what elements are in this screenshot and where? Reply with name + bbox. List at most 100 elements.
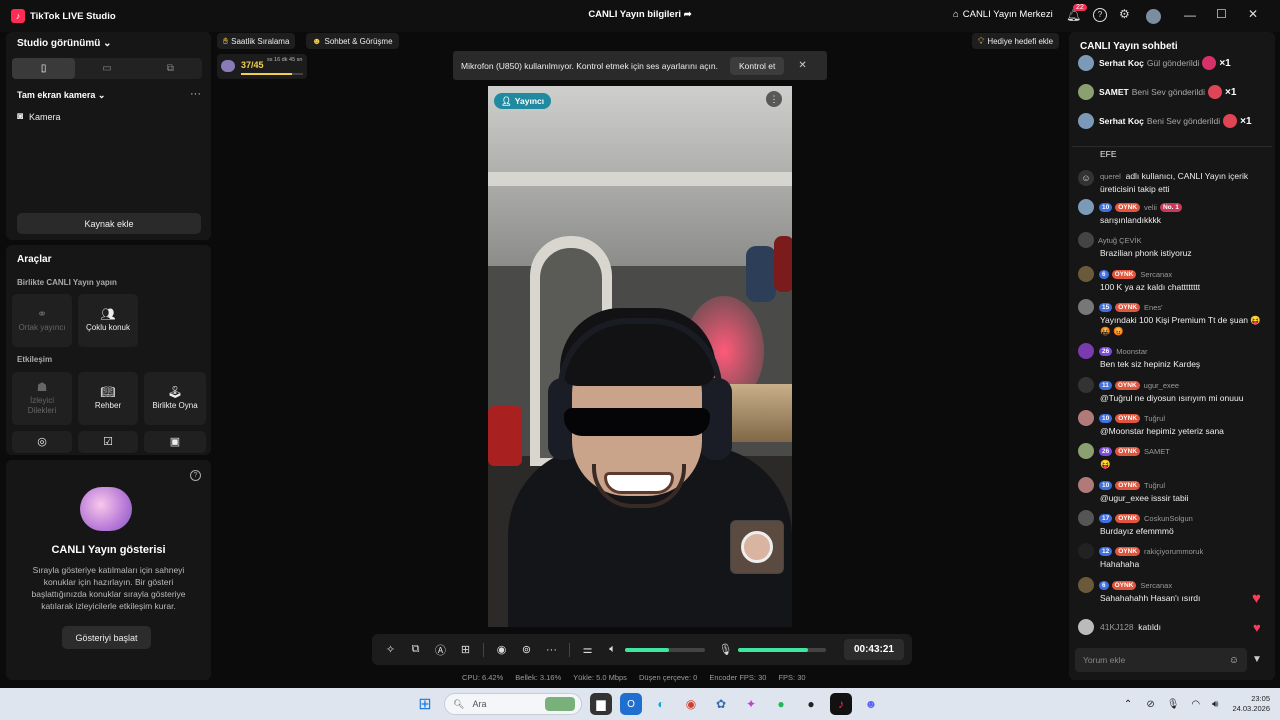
studio-view-title[interactable]: Studio görünümü ⌄ [17, 38, 112, 49]
camera-preview[interactable]: 👤︎ Yayıncı ⋮ [488, 86, 792, 627]
chat-username[interactable]: Tuğrul [1144, 414, 1165, 423]
chat-message-text: @Moonstar hepimiz yeteriz sana [1100, 426, 1224, 436]
spotify-icon[interactable]: ● [770, 693, 792, 715]
wifi-icon[interactable]: ◠ [1191, 699, 1200, 710]
more-icon[interactable]: ··· [190, 88, 201, 100]
task-view-icon[interactable]: ▆ [590, 693, 612, 715]
chat-username[interactable]: Sercanax [1140, 270, 1172, 279]
dual-layout-icon[interactable]: ⧉ [139, 58, 202, 79]
more-icon[interactable]: ··· [539, 644, 564, 656]
spin-tool-tile[interactable]: ◎ [12, 431, 72, 453]
live-center-button[interactable]: ⌂ CANLI Yayın Merkezi [953, 9, 1053, 20]
maximize-icon[interactable]: ☐ [1216, 7, 1227, 21]
request-icon: ☗ [36, 379, 48, 394]
comment-input[interactable]: Yorum ekle ☺ [1075, 648, 1247, 672]
avatar [1078, 343, 1094, 359]
disco-ball-icon [80, 487, 132, 531]
chat-username[interactable]: Sercanax [1140, 581, 1172, 590]
chat-username[interactable]: Tuğrul [1144, 481, 1165, 490]
divider [1072, 146, 1272, 147]
gift-goal-label: Hediye hedefi ekle [987, 36, 1054, 46]
github-icon[interactable]: ● [800, 693, 822, 715]
tiktok-app-icon[interactable]: ♪ [830, 693, 852, 715]
users-icon: 👥︎ [100, 306, 116, 321]
magic-wand-icon[interactable]: ✧ [378, 643, 403, 656]
landscape-layout-icon[interactable]: ▭ [75, 58, 138, 79]
start-show-button[interactable]: Gösteriyi başlat [62, 626, 151, 649]
chat-username[interactable]: Enes' [1144, 303, 1163, 312]
taskbar-clock[interactable]: 23:05 24.03.2026 [1232, 694, 1270, 714]
chat-username[interactable]: CoskunSolgun [1144, 514, 1193, 523]
settings-sliders-icon[interactable]: ⚌ [575, 643, 600, 656]
viewer-requests-tile[interactable]: ☗ İzleyici Dilekleri [12, 372, 72, 425]
pip-camera[interactable] [730, 520, 784, 574]
chat-message: 15 OYNK Enes' Yayındaki 100 Kişi Premium Tt… [1078, 299, 1268, 337]
outlook-icon[interactable]: O [620, 693, 642, 715]
filter-icon[interactable]: ▼ [1252, 654, 1262, 665]
help-icon[interactable]: ? [1093, 8, 1107, 22]
taskbar-search[interactable]: 🔍︎ Ara [444, 693, 582, 715]
chat-meet-chip[interactable]: ☻ Sohbet & Görüşme [306, 33, 399, 49]
chat-username[interactable]: SAMET [1144, 447, 1170, 456]
scene-title[interactable]: Tam ekran kamera ⌄ [17, 90, 105, 101]
mic-warning-banner: Mikrofon (U850) kullanılmıyor. Kontrol e… [453, 51, 827, 80]
mic-volume-slider[interactable] [738, 647, 826, 652]
network-off-icon[interactable]: ⊘ [1146, 699, 1154, 710]
avatar[interactable] [1146, 9, 1161, 24]
close-icon[interactable]: ✕ [1248, 7, 1258, 21]
play-together-tile[interactable]: 🕹︎ Birlikte Oyna [144, 372, 206, 425]
avatar [1078, 232, 1094, 248]
chrome-icon[interactable]: ◉ [680, 693, 702, 715]
rank-badge: No. 1 [1159, 202, 1182, 212]
microphone-icon[interactable]: 🎙︎ [713, 643, 738, 656]
copilot-icon[interactable]: ✦ [740, 693, 762, 715]
settings-app-icon[interactable]: ✿ [710, 693, 732, 715]
record-icon[interactable]: ◉ [489, 643, 514, 656]
discord-icon[interactable]: ☻ [860, 693, 882, 715]
close-icon[interactable]: ✕ [798, 60, 806, 71]
capture-icon[interactable]: ⊚ [514, 643, 539, 656]
add-media-icon[interactable]: ⊞ [453, 643, 478, 656]
gear-icon[interactable]: ⚙ [1119, 7, 1130, 21]
help-icon[interactable]: ? [190, 470, 201, 481]
edge-icon[interactable]: ◐ [650, 693, 672, 715]
guide-tile[interactable]: 📖︎ Rehber [78, 372, 138, 425]
portrait-layout-icon[interactable]: ▯ [12, 58, 76, 79]
chat-username[interactable]: Aytuğ ÇEVİK [1098, 236, 1142, 245]
effects-icon[interactable]: ⧉ [403, 643, 428, 656]
chat-username[interactable]: ugur_exee [1144, 381, 1179, 390]
mic-tray-icon[interactable]: 🎙︎ [1167, 699, 1180, 710]
video-more-icon[interactable]: ⋮ [766, 91, 782, 107]
box-tool-tile[interactable]: ▣ [144, 431, 206, 453]
host-badge-label: Yayıncı [514, 96, 545, 106]
multiguest-tile[interactable]: 👥︎ Çoklu konuk [78, 294, 138, 347]
hourly-ranking-chip[interactable]: ✋︎ Saatlik Sıralama [217, 33, 296, 49]
layout-switcher: ▯ ▭ ⧉ [12, 58, 202, 79]
heart-icon: ♥ [1253, 620, 1261, 635]
add-source-button[interactable]: Kaynak ekle [17, 213, 201, 234]
tray-chevron-icon[interactable]: ⌃ [1124, 699, 1132, 710]
emoji-icon[interactable]: ☺ [1229, 655, 1239, 666]
box-icon: ▣ [169, 436, 181, 448]
speaker-icon[interactable]: 🔈︎ [600, 643, 625, 656]
live-info-title[interactable]: CANLI Yayın bilgileri ➦ [520, 9, 760, 20]
poll-tool-tile[interactable]: ☑ [78, 431, 138, 453]
source-camera[interactable]: ◙ Kamera [17, 111, 61, 122]
fan-club-badge: OYNK [1115, 513, 1141, 523]
check-button[interactable]: Kontrol et [730, 56, 785, 75]
ai-icon[interactable]: Ⓐ [428, 642, 453, 658]
gift-goal-chip[interactable]: 💡︎ Hediye hedefi ekle [972, 33, 1060, 49]
volume-icon[interactable]: 🔊︎ [1212, 699, 1218, 710]
speaker-volume-slider[interactable] [625, 647, 705, 652]
goal-time-left: ss 16 dk 45 sn [267, 57, 303, 63]
level-badge: 10 [1099, 202, 1113, 212]
cohost-tile[interactable]: ⚭ Ortak yayıncı [12, 294, 72, 347]
chat-username[interactable]: Moonstar [1116, 347, 1147, 356]
chat-username[interactable]: velii [1144, 203, 1157, 212]
clock-date: 24.03.2026 [1232, 704, 1270, 713]
minimize-icon[interactable]: — [1184, 8, 1196, 22]
gift-goal-widget[interactable]: 37/45 ss 16 dk 45 sn [217, 54, 307, 79]
windows-start-icon[interactable]: ⊞ [414, 693, 436, 715]
chat-username[interactable]: rakiçiyorummoruk [1144, 547, 1203, 556]
cpu-stat: CPU: 6.42% [462, 673, 504, 682]
